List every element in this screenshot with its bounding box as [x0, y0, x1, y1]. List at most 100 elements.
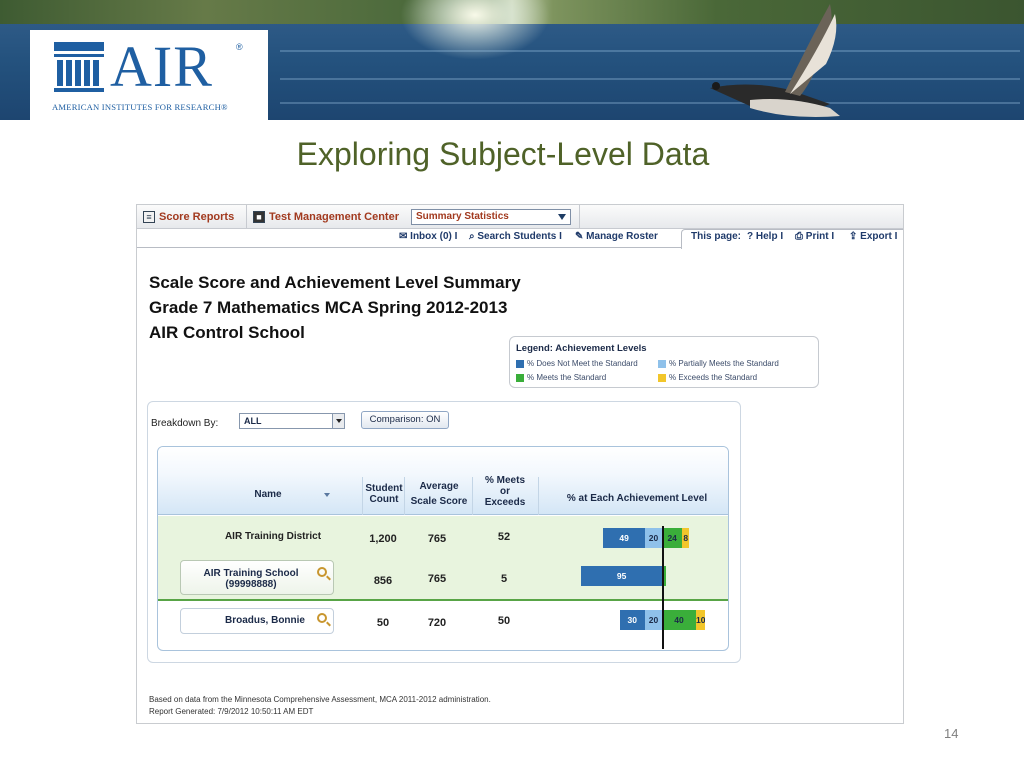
subnav-underline — [137, 247, 681, 248]
slide: AIR ® American Institutes for Research® … — [0, 0, 1024, 768]
column-divider — [538, 477, 539, 515]
header-average[interactable]: Average Scale Score — [404, 481, 474, 507]
search-students-link[interactable]: ⌕ Search Students I — [469, 231, 562, 242]
export-label: Export I — [860, 231, 898, 242]
search-icon: ⌕ — [469, 231, 475, 242]
header-line: Count — [369, 494, 399, 505]
breakdown-label: Breakdown By: — [151, 418, 219, 429]
achievement-bar-level-2: 20 — [645, 610, 662, 630]
manage-roster-link[interactable]: ✎ Manage Roster — [575, 231, 658, 242]
legend-swatch — [516, 359, 524, 368]
row-meets-exceeds: 50 — [497, 615, 511, 627]
report-subtitle: Grade 7 Mathematics MCA Spring 2012-2013 — [149, 298, 508, 317]
achievement-bar-level-2: 20 — [645, 528, 662, 548]
row-meets-exceeds: 52 — [497, 531, 511, 543]
header-name[interactable]: Name — [208, 489, 328, 500]
header-student-count[interactable]: Student Count — [362, 483, 406, 505]
legend-title: Legend: Achievement Levels — [516, 343, 647, 354]
print-link[interactable]: ⎙ Print I — [795, 231, 834, 242]
legend-swatch — [658, 373, 666, 382]
manage-roster-label: Manage Roster — [586, 231, 658, 242]
water-ripple — [280, 50, 1020, 52]
row-average-score: 765 — [427, 533, 447, 545]
wrench-icon: ✎ — [575, 231, 584, 242]
comparison-button[interactable]: Comparison: ON — [361, 411, 449, 429]
legend-item: % Meets the Standard — [516, 373, 606, 382]
search-students-label: Search Students I — [477, 231, 562, 242]
legend-label: % Exceeds the Standard — [669, 373, 758, 382]
page-number: 14 — [944, 726, 959, 741]
pillar-logo-icon — [54, 42, 104, 92]
loon-bird-icon — [710, 4, 840, 117]
lock-icon: ■ — [253, 211, 265, 223]
achievement-bar-level-1: 30 — [619, 610, 645, 630]
legend-swatch — [516, 373, 524, 382]
print-label: Print I — [805, 231, 835, 242]
breakdown-select[interactable]: ALL — [239, 413, 345, 429]
row-name: AIR Training School — [203, 568, 299, 579]
row-average-score: 765 — [427, 573, 447, 585]
help-link[interactable]: ? Help I — [747, 231, 783, 242]
achievement-legend: Legend: Achievement Levels % Does Not Me… — [509, 336, 819, 388]
legend-item: % Does Not Meet the Standard — [516, 359, 638, 368]
header-line: or — [500, 486, 510, 497]
breakdown-select-value: ALL — [244, 416, 262, 426]
export-link[interactable]: ⇪ Export I — [849, 231, 897, 242]
header-line: Exceeds — [484, 497, 526, 508]
tab-label: Test Management Center — [269, 211, 399, 223]
inbox-label: Inbox (0) I — [410, 231, 458, 242]
logo-registered-mark: ® — [236, 42, 243, 52]
tab-test-management-center[interactable]: ■ Test Management Center — [247, 205, 407, 229]
summary-table: Name Student Count Average Scale Score %… — [157, 446, 729, 651]
magnifier-icon — [317, 613, 327, 623]
report-title: Scale Score and Achievement Level Summar… — [149, 273, 521, 292]
report-screenshot: ≡ Score Reports ■ Test Management Center… — [136, 204, 904, 724]
row-student-count: 50 — [376, 617, 390, 629]
column-divider — [472, 477, 473, 515]
legend-label: % Meets the Standard — [527, 373, 607, 382]
printer-icon: ⎙ — [795, 231, 803, 242]
legend-swatch — [658, 359, 666, 368]
summary-select[interactable]: Summary Statistics — [411, 209, 571, 225]
row-name: AIR Training District — [224, 531, 322, 542]
chevron-down-icon — [332, 414, 344, 428]
row-average-score: 720 — [427, 617, 447, 629]
footer-generated: Report Generated: 7/9/2012 10:50:11 AM E… — [149, 707, 314, 716]
header-banner: AIR ® American Institutes for Research® — [0, 0, 1024, 120]
summary-select-value: Summary Statistics — [416, 211, 509, 222]
achievement-bar-level-3: 40 — [662, 610, 696, 630]
header-meets-exceeds[interactable]: % Meets or Exceeds — [472, 475, 538, 508]
help-label: Help I — [755, 231, 784, 242]
inbox-link[interactable]: ✉ Inbox (0) I — [399, 231, 457, 242]
row-student-count: 1,200 — [369, 533, 397, 545]
row-student-count: 856 — [373, 575, 393, 587]
header-achievement-levels: % at Each Achievement Level — [566, 493, 708, 504]
this-page-label: This page: — [691, 231, 742, 242]
header-line: Scale Score — [410, 496, 468, 507]
sort-chevron-icon[interactable] — [324, 493, 330, 497]
chevron-down-icon — [558, 214, 566, 220]
tab-label: Score Reports — [159, 211, 235, 223]
inbox-icon: ✉ — [399, 231, 408, 242]
water-ripple — [280, 102, 1020, 104]
header-line: % Meets — [484, 475, 525, 486]
slide-title: Exploring Subject-Level Data — [296, 136, 710, 172]
row-name-button[interactable]: AIR Training School (99998888) — [180, 560, 334, 595]
header-line: Student — [365, 483, 403, 494]
column-divider — [362, 477, 363, 515]
achievement-bar-level-3: 24 — [662, 528, 683, 548]
header-name-label: Name — [254, 489, 282, 500]
comparison-reference-line — [662, 526, 664, 649]
achievement-bar-level-1: 49 — [603, 528, 645, 548]
report-school: AIR Control School — [149, 323, 305, 342]
column-divider — [404, 477, 405, 515]
row-name-button[interactable]: Broadus, Bonnie — [180, 608, 334, 634]
air-logo: AIR ® American Institutes for Research® — [30, 30, 268, 120]
legend-item: % Exceeds the Standard — [658, 373, 757, 382]
achievement-bar-level-4: 10 — [696, 610, 705, 630]
export-icon: ⇪ — [849, 231, 858, 242]
legend-label: % Does Not Meet the Standard — [527, 359, 638, 368]
header-line: Average — [419, 481, 459, 492]
magnifier-icon — [317, 567, 327, 577]
tab-score-reports[interactable]: ≡ Score Reports — [137, 205, 247, 229]
